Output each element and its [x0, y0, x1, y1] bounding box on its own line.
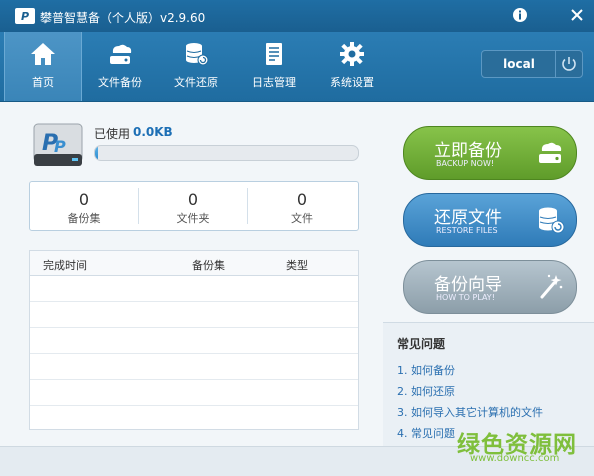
- table-header: 完成时间 备份集 类型: [30, 251, 358, 276]
- storage-used-value: 0.0KB: [133, 125, 173, 139]
- backup-now-button[interactable]: 立即备份 BACKUP NOW!: [403, 126, 577, 180]
- stat-backup-sets[interactable]: 0 备份集: [30, 182, 138, 230]
- backup-history-table[interactable]: 完成时间 备份集 类型: [29, 250, 359, 430]
- stat-caption: 文件: [291, 212, 313, 225]
- close-icon[interactable]: [568, 6, 586, 24]
- tab-system-settings-label: 系统设置: [330, 76, 374, 89]
- app-logo: P: [15, 8, 35, 24]
- stat-caption: 备份集: [67, 212, 101, 225]
- stat-caption: 文件夹: [176, 212, 210, 225]
- cloud-drive-icon: [539, 142, 562, 163]
- stat-folders[interactable]: 0 文件夹: [139, 182, 247, 230]
- cloud-drive-icon: [110, 44, 132, 64]
- info-icon[interactable]: [511, 6, 529, 24]
- storage-used-label: 已使用: [94, 127, 131, 141]
- backup-now-sublabel: BACKUP NOW!: [436, 159, 495, 168]
- tab-home[interactable]: 首页: [4, 32, 82, 101]
- tab-log-management-label: 日志管理: [252, 76, 296, 89]
- table-row: [30, 302, 358, 328]
- title-bar: P 攀普智慧备（个人版）v2.9.60: [0, 0, 594, 32]
- storage-progress-bar: [94, 145, 359, 161]
- storage-progress-fill: [95, 146, 98, 160]
- restore-files-button[interactable]: 还原文件 RESTORE FILES: [403, 193, 577, 247]
- table-row: [30, 328, 358, 354]
- faq-link-common-questions[interactable]: 4. 常见问题: [397, 425, 455, 441]
- faq-link-how-to-backup[interactable]: 1. 如何备份: [397, 362, 455, 378]
- stat-files[interactable]: 0 文件: [248, 182, 356, 230]
- svg-text:P: P: [54, 137, 66, 156]
- column-header-finish-time[interactable]: 完成时间: [43, 257, 87, 273]
- document-icon: [266, 43, 282, 65]
- window-title: 攀普智慧备（个人版）v2.9.60: [40, 11, 206, 25]
- faq-link-import-other-computer[interactable]: 3. 如何导入其它计算机的文件: [397, 404, 543, 420]
- server-label: local: [503, 57, 535, 71]
- stat-count: 0: [296, 190, 308, 209]
- magic-wand-icon: [540, 274, 563, 299]
- backup-wizard-sublabel: HOW TO PLAY!: [436, 293, 495, 302]
- table-row: [30, 380, 358, 406]
- faq-title: 常见问题: [397, 337, 446, 351]
- backup-wizard-button[interactable]: 备份向导 HOW TO PLAY!: [403, 260, 577, 314]
- tab-file-backup[interactable]: 文件备份: [82, 32, 158, 101]
- app-window: P 攀普智慧备（个人版）v2.9.60 首页 文件备份 文件还原 日志管理 系统…: [0, 0, 594, 476]
- home-icon: [31, 43, 55, 65]
- server-selector[interactable]: local: [481, 50, 583, 78]
- main-toolbar: 首页 文件备份 文件还原 日志管理 系统设置 local: [0, 32, 594, 102]
- tab-log-management[interactable]: 日志管理: [236, 32, 312, 101]
- backup-now-label: 立即备份: [434, 141, 502, 161]
- restore-files-label: 还原文件: [434, 208, 502, 228]
- tab-file-backup-label: 文件备份: [98, 76, 142, 89]
- tab-home-label: 首页: [32, 76, 54, 89]
- gear-icon: [340, 42, 364, 66]
- column-header-type[interactable]: 类型: [286, 257, 308, 273]
- app-logo-text: P: [20, 9, 30, 23]
- tab-system-settings[interactable]: 系统设置: [314, 32, 390, 101]
- restore-files-sublabel: RESTORE FILES: [436, 226, 498, 235]
- faq-link-how-to-restore[interactable]: 2. 如何还原: [397, 383, 455, 399]
- table-row: [30, 276, 358, 302]
- stats-panel: 0 备份集 0 文件夹 0 文件: [29, 181, 359, 231]
- tab-file-restore[interactable]: 文件还原: [158, 32, 234, 101]
- stat-count: 0: [187, 190, 199, 209]
- tab-file-restore-label: 文件还原: [174, 76, 218, 89]
- table-row: [30, 354, 358, 380]
- database-restore-icon: [539, 207, 565, 234]
- power-icon[interactable]: [555, 51, 582, 77]
- watermark-url: www.downcc.com: [470, 453, 560, 464]
- backup-wizard-label: 备份向导: [434, 275, 502, 295]
- database-restore-icon: [186, 43, 209, 66]
- column-header-backup-set[interactable]: 备份集: [192, 257, 225, 273]
- disk-drive-icon: P P: [33, 123, 83, 166]
- stat-count: 0: [78, 190, 90, 209]
